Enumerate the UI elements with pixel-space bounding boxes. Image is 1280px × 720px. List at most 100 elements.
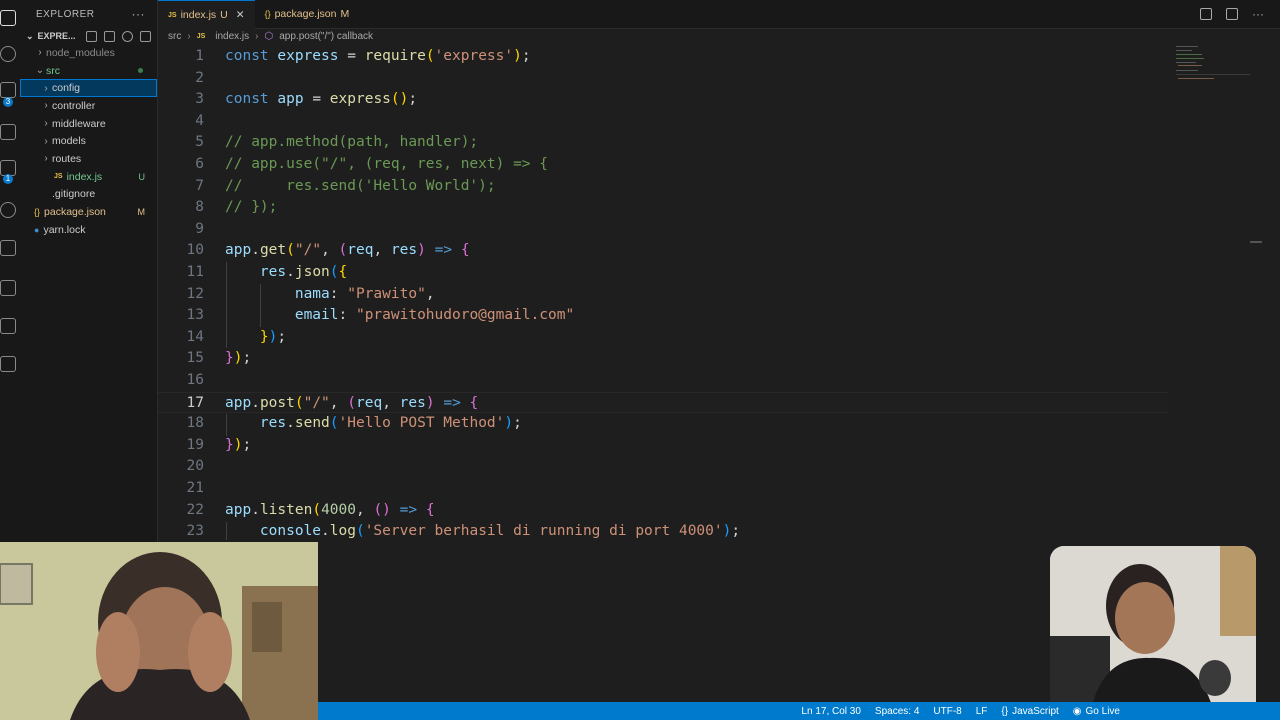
code-token: email [294, 307, 339, 324]
code-line[interactable]: 15}); [158, 348, 1168, 370]
line-number: 19 [186, 436, 204, 453]
tree-item-label: .gitignore [52, 188, 96, 201]
code-line[interactable]: 14 }); [158, 327, 1168, 349]
line-number: 14 [186, 328, 204, 345]
cursor-position[interactable]: Ln 17, Col 30 [801, 706, 861, 717]
code-line[interactable]: 21 [158, 478, 1168, 500]
line-number: 18 [186, 415, 204, 432]
json-file-icon: {} [264, 9, 271, 19]
remote-explorer-icon[interactable] [0, 202, 16, 218]
code-line[interactable]: 17 app.post("/", (req, res) => { [158, 391, 1168, 414]
testing-icon[interactable] [0, 240, 16, 256]
explorer-icon[interactable] [0, 10, 16, 26]
tree-item[interactable]: › config [20, 79, 157, 98]
code-token: ) [513, 48, 522, 64]
close-icon[interactable]: ✕ [236, 9, 245, 21]
line-number: 8 [195, 199, 204, 216]
tab-package-json[interactable]: {} package.json M [255, 0, 360, 28]
code-line[interactable]: 2 [158, 68, 1168, 90]
scrollbar-marker[interactable] [1250, 241, 1262, 243]
code-line[interactable]: 20 [158, 456, 1168, 478]
webcam-overlay-right [1050, 546, 1256, 716]
tree-item[interactable]: › middleware [20, 115, 157, 133]
modified-dot-icon [138, 68, 143, 74]
code-line[interactable]: 6 // app.use("/", (req, res, next) => { [158, 154, 1168, 176]
code-text: }); [225, 327, 286, 349]
code-line[interactable]: 23 console.log('Server berhasil di runni… [158, 521, 1168, 540]
code-line[interactable]: 9 [158, 219, 1168, 241]
language-mode[interactable]: {} JavaScript [1001, 706, 1058, 717]
code-text: app.get("/", (req, res) => { [225, 240, 470, 262]
breadcrumb-item[interactable]: src [168, 31, 181, 42]
code-line[interactable]: 4 [158, 111, 1168, 133]
webcam-right-image [1050, 546, 1256, 716]
refresh-icon[interactable] [122, 30, 133, 42]
new-file-icon[interactable] [86, 30, 97, 42]
tree-item[interactable]: ⌄ src [20, 62, 157, 80]
code-line[interactable]: 8 // }); [158, 197, 1168, 219]
code-line[interactable]: 3 const app = express(); [158, 89, 1168, 111]
project-folder-row[interactable]: ⌄ EXPRE... [20, 28, 157, 44]
new-folder-icon[interactable] [104, 30, 115, 42]
tree-item-label: config [52, 82, 81, 95]
minimap[interactable] [1172, 44, 1252, 84]
code-text: // res.send('Hello World'); [225, 176, 496, 198]
open-changes-icon[interactable] [1200, 8, 1212, 20]
code-line[interactable]: 11 res.json({ [158, 262, 1168, 284]
code-line[interactable]: 18 res.send('Hello POST Method'); [158, 413, 1168, 435]
code-line[interactable]: 1 const express = require('express'); [158, 46, 1168, 68]
code-line[interactable]: 13 email: "prawitohudoro@gmail.com" [158, 305, 1168, 327]
webcam-overlay-left [0, 542, 318, 720]
json-file-icon: {} [34, 207, 41, 218]
line-number: 11 [186, 264, 204, 280]
tab-index-js[interactable]: JS index.js U ✕ [158, 0, 255, 29]
more-actions-icon[interactable]: ··· [1252, 7, 1264, 21]
code-editor[interactable]: 1 const express = require('express'); 2 3 co… [158, 46, 1170, 540]
breadcrumb-item[interactable]: app.post("/") callback [279, 31, 373, 42]
source-control-icon[interactable] [0, 82, 16, 98]
go-live-button[interactable]: ◉ Go Live [1073, 706, 1120, 717]
code-line[interactable]: 12 nama: "Prawito", [158, 284, 1168, 306]
code-line[interactable]: 7 // res.send('Hello World'); [158, 176, 1168, 198]
code-line[interactable]: 19}); [158, 435, 1168, 457]
tree-item[interactable]: › node_modules [20, 44, 157, 62]
tree-item[interactable]: ● yarn.lock [20, 221, 157, 239]
code-token: . [251, 242, 260, 259]
code-token: res [390, 242, 418, 259]
git-graph-icon[interactable] [0, 280, 16, 296]
encoding[interactable]: UTF-8 [933, 706, 961, 717]
search-icon[interactable] [0, 46, 16, 62]
tree-item[interactable]: › routes [20, 150, 157, 168]
line-number: 9 [195, 220, 204, 237]
indentation[interactable]: Spaces: 4 [875, 706, 919, 717]
code-token: ) [504, 415, 514, 432]
more-actions-icon[interactable]: ··· [132, 7, 146, 21]
line-number: 6 [195, 156, 204, 172]
tree-item[interactable]: JS index.js U [20, 168, 157, 186]
breadcrumb: src › JS index.js › ⬡ app.post("/") call… [168, 29, 373, 43]
split-editor-icon[interactable] [1226, 8, 1238, 20]
code-token: ( [329, 415, 339, 432]
database-icon[interactable] [0, 356, 16, 372]
code-line[interactable]: 22 app.listen(4000, () => { [158, 500, 1168, 522]
code-token: . [286, 415, 295, 432]
docker-icon[interactable] [0, 318, 16, 334]
code-line[interactable]: 16 [158, 370, 1168, 392]
collapse-all-icon[interactable] [140, 30, 151, 42]
code-line[interactable]: 5 // app.method(path, handler); [158, 132, 1168, 154]
tree-item[interactable]: {} package.json M [20, 203, 157, 221]
tree-item[interactable]: .gitignore [20, 186, 157, 204]
run-debug-icon[interactable] [0, 124, 16, 140]
code-token: ( [286, 242, 295, 259]
tree-item[interactable]: › controller [20, 97, 157, 115]
end-of-line[interactable]: LF [976, 706, 988, 717]
code-token: ( [347, 394, 356, 411]
breadcrumb-item[interactable]: index.js [215, 31, 249, 42]
line-number: 17 [186, 394, 204, 411]
code-token: , [321, 242, 339, 259]
code-token: post [259, 394, 295, 411]
code-line[interactable]: 10 app.get("/", (req, res) => { [158, 240, 1168, 262]
tree-item[interactable]: › models [20, 132, 157, 150]
